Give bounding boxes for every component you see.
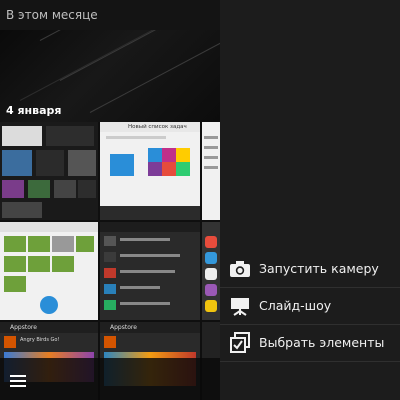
menu-item-label: Выбрать элементы [259,335,385,350]
menu-item-label: Запустить камеру [259,261,379,276]
gallery-thumb-grid-app[interactable] [0,222,98,320]
gallery-thumb-icons[interactable] [202,222,220,320]
gallery-thumb[interactable] [0,122,98,220]
hamburger-menu-icon[interactable] [6,366,34,394]
gallery-thumb-task-list[interactable]: Новый список задач [100,122,200,220]
slideshow-icon [228,294,252,318]
gallery-thumb-app-list[interactable] [100,222,200,320]
thumb-angry-birds-title: Angry Birds Go! [20,337,60,343]
section-title: В этом месяце [0,0,220,30]
thumb-appstore-title-1: Appstore [0,322,98,333]
camera-icon [228,257,252,281]
select-items-icon [228,331,252,355]
menu-item-label: Слайд-шоу [259,298,332,313]
launch-camera-menu-item[interactable]: Запустить камеру [220,250,400,287]
date-label: 4 января [6,104,62,117]
thumb-appstore-title-2: Appstore [100,322,200,333]
slideshow-menu-item[interactable]: Слайд-шоу [220,287,400,324]
photo-gallery: В этом месяце 4 января Новый список зада… [0,0,220,400]
select-items-menu-item[interactable]: Выбрать элементы [220,324,400,361]
menu-divider [220,361,400,362]
thumb-task-list-title: Новый список задач [128,124,187,130]
gallery-thumb[interactable] [202,122,220,220]
